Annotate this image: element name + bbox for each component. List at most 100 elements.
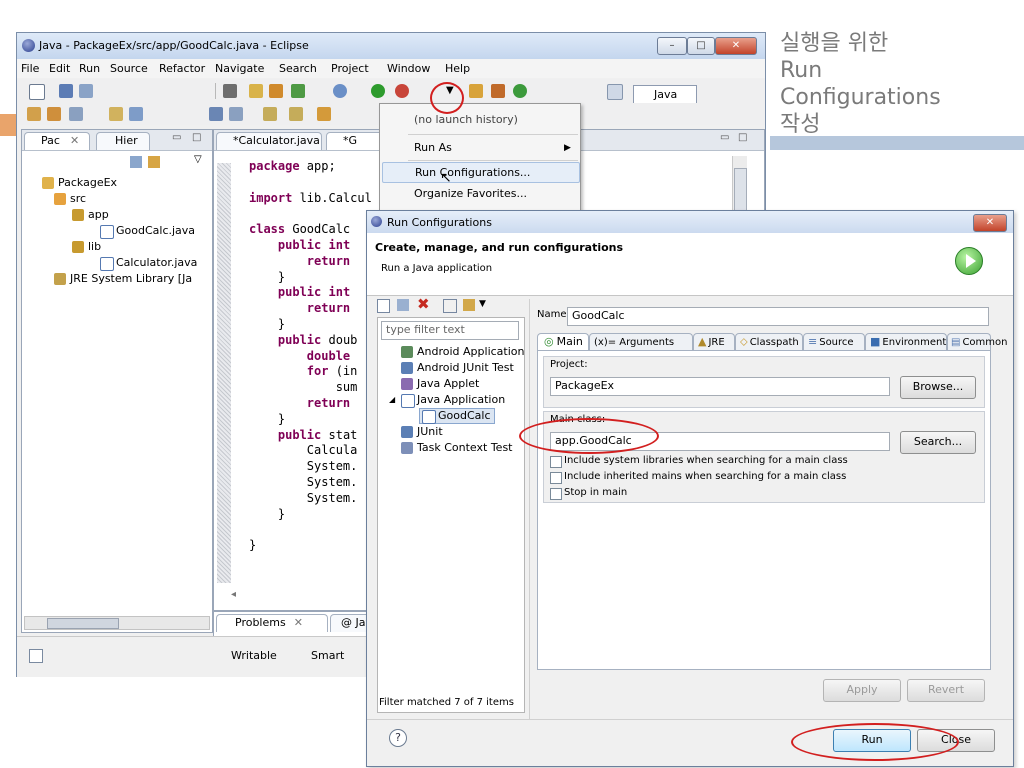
menu-item-organize-favorites[interactable]: Organize Favorites... xyxy=(380,184,580,204)
stop-in-main-checkbox[interactable] xyxy=(550,488,562,500)
new-package-icon[interactable] xyxy=(269,84,283,98)
help-icon[interactable]: ? xyxy=(389,729,407,747)
name-field[interactable]: GoodCalc xyxy=(567,307,989,326)
config-goodcalc[interactable]: GoodCalc xyxy=(419,408,495,424)
debug-icon[interactable] xyxy=(333,84,347,98)
expand-arrow-icon[interactable]: ◢ xyxy=(389,393,395,407)
fast-view-icon[interactable] xyxy=(29,649,43,663)
revert-button[interactable]: Revert xyxy=(907,679,985,702)
menu-file[interactable]: File xyxy=(21,62,39,75)
close-dialog-button[interactable]: ✕ xyxy=(973,214,1007,232)
menu-navigate[interactable]: Navigate xyxy=(215,62,264,75)
menu-item-run-as[interactable]: Run As ▶ xyxy=(380,138,580,158)
open-folder-icon[interactable] xyxy=(27,107,41,121)
new-class-icon[interactable] xyxy=(291,84,305,98)
tab-problems[interactable]: Problems ✕ xyxy=(216,614,328,632)
tree-item-calculator[interactable]: Calculator.java xyxy=(100,256,197,271)
tab-calculator-java[interactable]: *Calculator.java xyxy=(216,132,322,150)
tab-source[interactable]: ≡ Source xyxy=(803,333,865,351)
tree-item-goodcalc[interactable]: GoodCalc.java xyxy=(100,224,195,239)
brush-icon[interactable] xyxy=(69,107,83,121)
scrollbar-thumb[interactable] xyxy=(47,618,119,629)
link-editor-icon[interactable] xyxy=(148,156,160,168)
close-window-button[interactable]: ✕ xyxy=(715,37,757,55)
config-label: Android JUnit Test xyxy=(417,361,514,374)
delete-config-icon[interactable]: ✖ xyxy=(417,295,430,313)
minimize-view-icon[interactable]: ▭ xyxy=(172,132,181,143)
splitter[interactable] xyxy=(529,299,530,719)
project-field[interactable]: PackageEx xyxy=(550,377,890,396)
open-file-icon[interactable] xyxy=(47,107,61,121)
tree-item-lib[interactable]: lib xyxy=(72,240,101,254)
view-menu-icon[interactable]: ▽ xyxy=(194,154,202,165)
tree-item-project[interactable]: PackageEx xyxy=(42,176,117,190)
mark-occurrences-icon[interactable] xyxy=(129,107,143,121)
new-config-icon[interactable] xyxy=(377,299,395,313)
print-icon[interactable] xyxy=(79,84,93,98)
filter-config-icon[interactable] xyxy=(463,299,475,311)
collapse-all-icon[interactable] xyxy=(130,156,142,168)
maximize-editor-icon[interactable]: □ xyxy=(738,132,747,143)
show-whitespace-icon[interactable] xyxy=(209,107,223,121)
tab-common[interactable]: ▤ Common xyxy=(947,333,1008,351)
apply-button[interactable]: Apply xyxy=(823,679,901,702)
junit-icon xyxy=(401,426,413,438)
maximize-button[interactable]: □ xyxy=(687,37,715,55)
tab-main[interactable]: ◎ Main xyxy=(537,333,589,351)
block-selection-icon[interactable] xyxy=(229,107,243,121)
config-android-junit[interactable]: Android JUnit Test xyxy=(401,361,514,375)
minimize-button[interactable]: – xyxy=(657,37,687,55)
menu-refactor[interactable]: Refactor xyxy=(159,62,205,75)
filter-input[interactable]: type filter text xyxy=(381,321,519,340)
debug-toggle-icon[interactable] xyxy=(223,84,237,98)
save-icon[interactable] xyxy=(59,84,73,98)
tree-item-src[interactable]: src xyxy=(54,192,86,206)
filter-dropdown-arrow-icon[interactable]: ▼ xyxy=(479,299,486,309)
code-text[interactable]: package app; import lib.Calcul class Goo… xyxy=(249,159,372,554)
menu-window[interactable]: Window xyxy=(387,62,430,75)
config-java-applet[interactable]: Java Applet xyxy=(401,377,479,391)
next-annotation-icon[interactable] xyxy=(263,107,277,121)
new-icon[interactable] xyxy=(29,84,45,100)
tree-item-jre[interactable]: JRE System Library [Ja xyxy=(54,272,192,286)
tab-hierarchy[interactable]: Hier xyxy=(96,132,150,150)
tab-package-explorer[interactable]: Pac ✕ xyxy=(24,132,90,150)
back-icon[interactable] xyxy=(317,107,331,121)
minimize-editor-icon[interactable]: ▭ xyxy=(720,132,729,143)
config-junit[interactable]: JUnit xyxy=(401,425,443,439)
dialog-title: Run Configurations xyxy=(387,216,492,229)
menu-source[interactable]: Source xyxy=(110,62,148,75)
tab-jre[interactable]: ▲ JRE xyxy=(693,333,735,351)
coverage-icon[interactable] xyxy=(513,84,527,98)
menu-edit[interactable]: Edit xyxy=(49,62,70,75)
open-task-icon[interactable] xyxy=(491,84,505,98)
menu-help[interactable]: Help xyxy=(445,62,470,75)
open-perspective-icon[interactable] xyxy=(607,84,623,100)
config-java-application[interactable]: ◢ Java Application xyxy=(389,393,505,408)
browse-button[interactable]: Browse... xyxy=(900,376,976,399)
maximize-view-icon[interactable]: □ xyxy=(192,132,201,143)
tree-item-app[interactable]: app xyxy=(72,208,109,222)
menu-item-run-configurations[interactable]: Run Configurations... xyxy=(382,162,580,183)
tab-classpath[interactable]: ⬦ Classpath xyxy=(735,333,803,351)
menu-search[interactable]: Search xyxy=(279,62,317,75)
editor-scroll-left-icon[interactable]: ◂ xyxy=(231,589,241,600)
annotation-icon[interactable] xyxy=(109,107,123,121)
menu-project[interactable]: Project xyxy=(331,62,369,75)
run-icon[interactable] xyxy=(371,84,385,98)
horizontal-scrollbar[interactable] xyxy=(24,616,210,630)
previous-annotation-icon[interactable] xyxy=(289,107,303,121)
collapse-all-icon[interactable] xyxy=(443,299,457,313)
tab-environment[interactable]: ■ Environment xyxy=(865,333,947,351)
config-android-application[interactable]: Android Application xyxy=(401,345,525,359)
open-type-icon[interactable] xyxy=(469,84,483,98)
menu-run[interactable]: Run xyxy=(79,62,100,75)
tab-arguments[interactable]: (x)= Arguments xyxy=(589,333,693,351)
include-inherited-mains-checkbox[interactable] xyxy=(550,472,562,484)
duplicate-config-icon[interactable] xyxy=(397,299,409,311)
search-button[interactable]: Search... xyxy=(900,431,976,454)
config-task-context-test[interactable]: Task Context Test xyxy=(401,441,513,455)
external-tools-icon[interactable] xyxy=(395,84,409,98)
new-java-project-icon[interactable] xyxy=(249,84,263,98)
include-system-libraries-checkbox[interactable] xyxy=(550,456,562,468)
